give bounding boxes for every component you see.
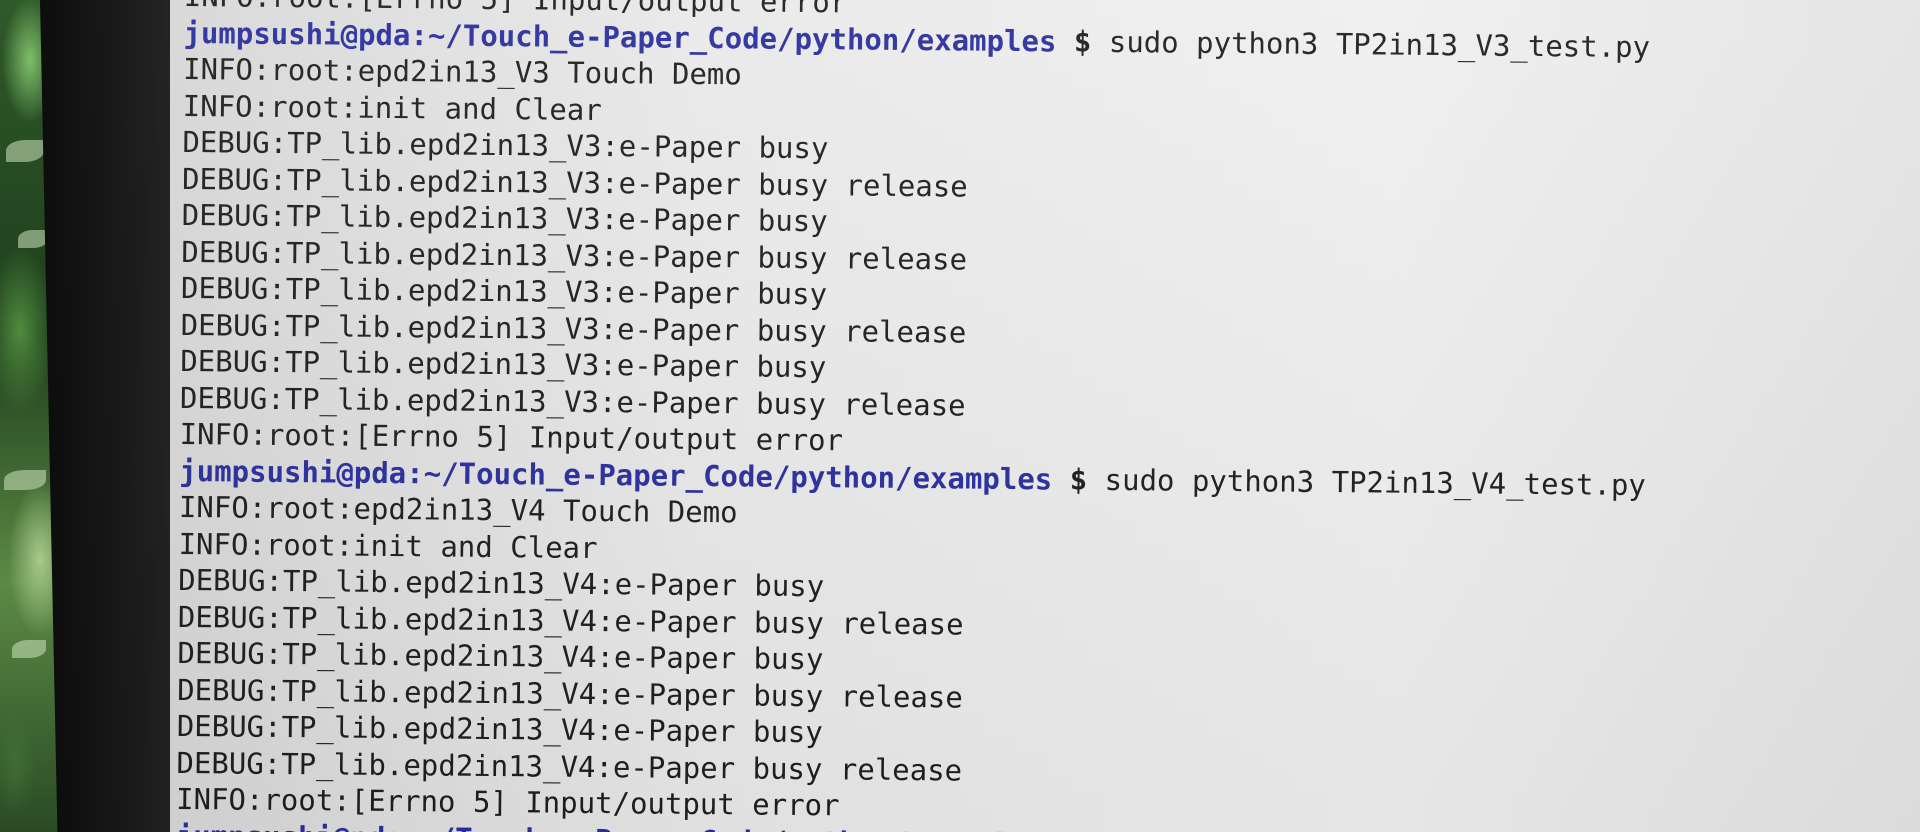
leaf-highlight [18,230,48,248]
command-text: cd / [1084,827,1172,832]
prompt-user-host: jumpsushi@pda [179,453,407,490]
leaf-highlight [12,640,46,658]
leaf-highlight [4,470,46,490]
command-text: sudo python3 TP2in13_V4_test.py [1087,462,1647,502]
prompt-user-host: jumpsushi@pda [176,818,403,832]
prompt-path: ~/Touch_e-Paper_Code/python/examples [427,17,1057,58]
prompt-sign: $ [1069,462,1088,497]
prompt-sign: $ [1073,24,1092,59]
prompt-user-host: jumpsushi@pda [183,15,411,52]
photo-scene: INFO:root:[Errno 5] Input/output errorju… [0,0,1920,832]
prompt-path: ~/Touch_e-Paper_Code/python/examples [423,455,1053,496]
terminal-window[interactable]: INFO:root:[Errno 5] Input/output errorju… [170,0,1920,832]
prompt-sign: $ [1066,827,1084,832]
prompt-separator: : [406,455,424,490]
prompt-separator: : [410,17,429,52]
terminal-output: INFO:root:[Errno 5] Input/output errorju… [176,0,1651,832]
prompt-separator: : [403,821,421,832]
command-text: sudo python3 TP2in13_V3_test.py [1091,24,1651,64]
leaf-highlight [6,140,44,162]
